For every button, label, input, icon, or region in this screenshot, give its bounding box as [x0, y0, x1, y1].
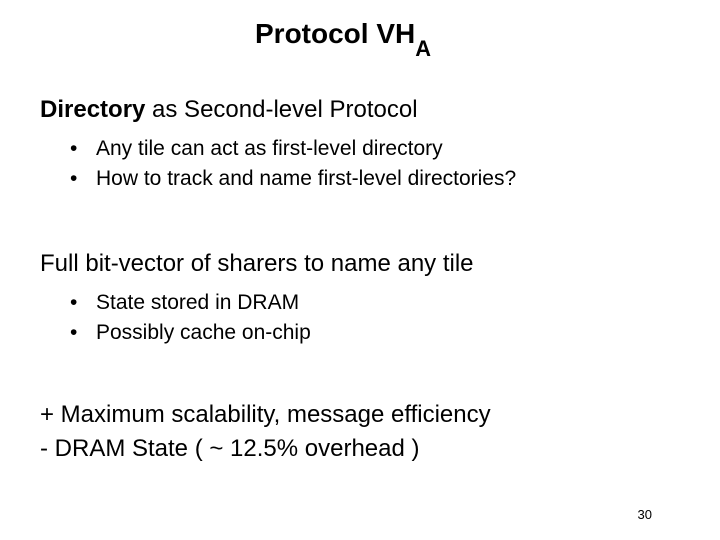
- list-item: How to track and name first-level direct…: [70, 164, 516, 194]
- section2-text: Full bit-vector of sharers to name any t…: [40, 250, 474, 277]
- title-main: Protocol VH: [255, 18, 415, 49]
- slide-title: Protocol VHA: [0, 18, 720, 56]
- minus-line: - DRAM State ( ~ 12.5% overhead ): [40, 432, 491, 466]
- list-item: Possibly cache on-chip: [70, 318, 311, 348]
- list-item: State stored in DRAM: [70, 288, 311, 318]
- section-heading-1: Directory as Second-level Protocol: [40, 96, 418, 124]
- title-subscript: A: [415, 36, 431, 61]
- bullet-list-2: State stored in DRAM Possibly cache on-c…: [70, 288, 311, 349]
- section1-bold: Directory: [40, 96, 145, 123]
- list-item: Any tile can act as first-level director…: [70, 134, 516, 164]
- plus-minus-block: + Maximum scalability, message efficienc…: [40, 398, 491, 465]
- section1-rest: as Second-level Protocol: [145, 96, 417, 123]
- plus-line: + Maximum scalability, message efficienc…: [40, 398, 491, 432]
- section-heading-2: Full bit-vector of sharers to name any t…: [40, 250, 474, 278]
- bullet-list-1: Any tile can act as first-level director…: [70, 134, 516, 195]
- slide: Protocol VHA Directory as Second-level P…: [0, 0, 720, 540]
- page-number: 30: [638, 507, 652, 522]
